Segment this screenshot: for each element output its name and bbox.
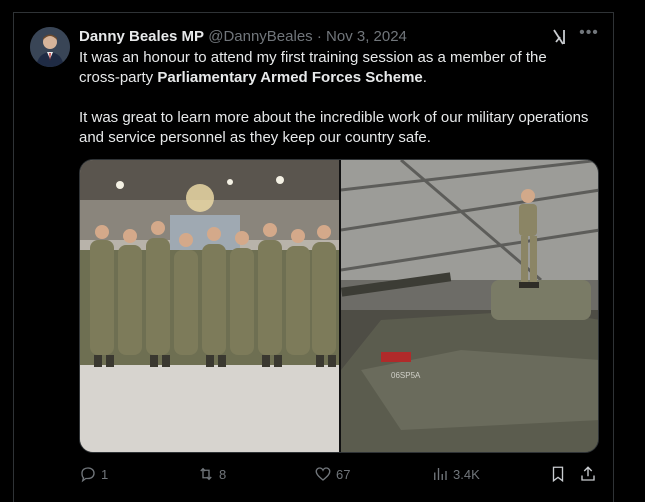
reply-icon	[81, 467, 95, 483]
separator: ·	[316, 28, 322, 45]
tweet-text: It was an honour to attend my first trai…	[79, 48, 589, 148]
like-button[interactable]: 67	[314, 463, 350, 485]
tweet-header: Danny Beales MP @DannyBeales · Nov 3, 20…	[79, 27, 407, 47]
tweet-paragraph-1: It was an honour to attend my first trai…	[79, 48, 589, 88]
more-icon[interactable]: •••	[578, 25, 600, 46]
bookmark-button[interactable]	[549, 463, 567, 485]
tweet-paragraph-2: It was great to learn more about the inc…	[79, 109, 589, 146]
tank-marking: 06SP5A	[391, 371, 421, 380]
heart-icon	[315, 467, 331, 481]
views-icon	[434, 468, 447, 480]
group-photo[interactable]	[80, 160, 339, 452]
tweet-text-bold: Parliamentary Armed Forces Scheme	[157, 69, 423, 86]
views-count: 3.4K	[453, 466, 480, 482]
tweet-media[interactable]: 06SP5A	[79, 159, 599, 453]
action-bar: 1 8 67 3.4K	[79, 463, 599, 485]
bookmark-icon	[552, 466, 564, 483]
author-name[interactable]: Danny Beales MP	[79, 28, 204, 45]
share-icon	[581, 466, 595, 481]
share-button[interactable]	[579, 463, 597, 485]
author-handle[interactable]: @DannyBeales	[208, 28, 312, 45]
repost-button[interactable]: 8	[197, 463, 226, 485]
grok-icon[interactable]	[551, 27, 571, 47]
avatar[interactable]	[30, 27, 70, 67]
like-count: 67	[336, 466, 351, 482]
tweet-text-part2: .	[422, 69, 427, 86]
repost-icon	[200, 467, 212, 481]
repost-count: 8	[219, 466, 227, 482]
views-button[interactable]: 3.4K	[431, 463, 480, 485]
reply-button[interactable]: 1	[79, 463, 108, 485]
tweet-date[interactable]: Nov 3, 2024	[326, 28, 407, 45]
reply-count: 1	[101, 466, 109, 482]
tank-photo[interactable]: 06SP5A	[341, 160, 599, 452]
